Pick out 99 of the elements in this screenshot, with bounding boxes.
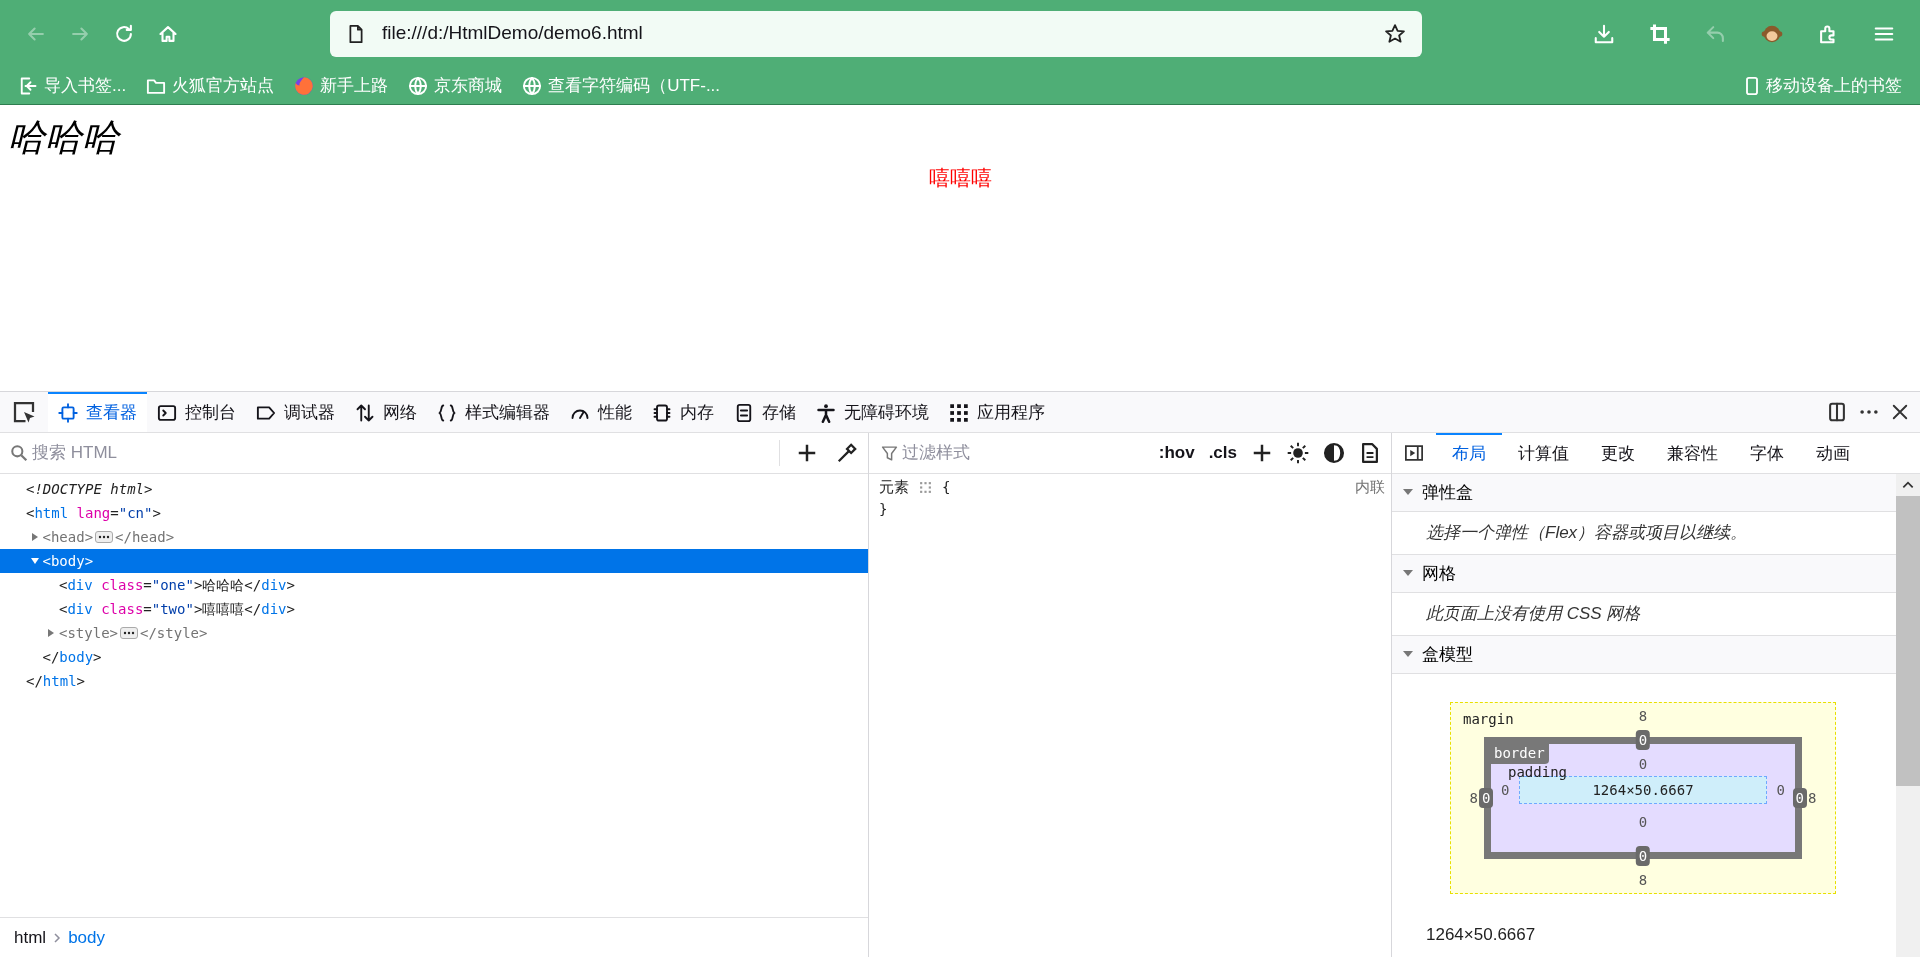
devtools-tab[interactable]: 性能 xyxy=(560,392,642,432)
padding-value[interactable]: 0 xyxy=(1501,779,1510,801)
inspector-icon xyxy=(58,403,78,423)
source-label: 内联 xyxy=(1355,477,1385,497)
contrast-icon[interactable] xyxy=(1323,442,1345,464)
devtools-tab[interactable]: 内存 xyxy=(642,392,724,432)
border-value[interactable]: 0 xyxy=(1635,846,1651,866)
breadcrumb[interactable]: body xyxy=(68,924,105,951)
pointer-icon xyxy=(12,400,36,424)
info-message: 此页面上没有使用 CSS 网格 xyxy=(1426,603,1641,626)
section-header[interactable]: 网格 xyxy=(1392,555,1896,593)
page-heading: 哈哈哈 xyxy=(8,116,122,160)
browser-logo-icon xyxy=(294,75,315,96)
crop-icon xyxy=(1649,22,1671,45)
network-arrows-icon xyxy=(355,403,375,423)
markup-text: <div class="two">嘻嘻嘻</div> xyxy=(59,599,295,619)
scrollbar-thumb[interactable] xyxy=(1896,496,1920,786)
padding-value[interactable]: 0 xyxy=(1776,779,1785,801)
breadcrumb[interactable]: html xyxy=(14,924,47,951)
devtools-tab[interactable]: 网络 xyxy=(345,392,427,432)
ellipsis-badge-icon[interactable] xyxy=(120,627,138,639)
url-text: file:///d:/HtmlDemo/demo6.html xyxy=(382,21,644,46)
search-field[interactable]: 搜索 HTML xyxy=(32,440,771,466)
braces-icon xyxy=(437,403,457,423)
filter-field[interactable]: 过滤样式 xyxy=(902,440,1145,466)
info-message: 选择一个弹性（Flex）容器或项目以继续。 xyxy=(1426,522,1748,545)
margin-value[interactable]: 8 xyxy=(1638,871,1648,889)
globe-icon xyxy=(408,75,429,96)
margin-value[interactable]: 8 xyxy=(1808,787,1817,809)
devtools-tab[interactable]: 查看器 xyxy=(48,392,147,432)
debugger-icon xyxy=(256,403,276,423)
chevron-icon xyxy=(52,932,63,943)
devtools-tab[interactable]: 存储 xyxy=(724,392,806,432)
markup-text: </body> xyxy=(42,647,102,667)
document-icon[interactable] xyxy=(1359,442,1381,464)
chip-icon xyxy=(652,403,672,423)
markup-text: </style> xyxy=(140,623,208,643)
selector-text: 元素 xyxy=(879,477,909,497)
globe-icon xyxy=(522,75,543,96)
border-value[interactable]: 0 xyxy=(1635,730,1651,750)
element-size: 1264×50.6667 xyxy=(1425,924,1536,946)
expanded-arrow-icon[interactable] xyxy=(29,556,40,566)
border-label: border xyxy=(1490,743,1549,764)
margin-value[interactable]: 8 xyxy=(1469,787,1478,809)
selected-tree-row[interactable]: <body> xyxy=(0,549,868,573)
dock-icon[interactable] xyxy=(1826,401,1848,423)
border-value[interactable]: 0 xyxy=(1792,788,1807,808)
devtools-tab[interactable]: 调试器 xyxy=(246,392,345,432)
sidebar-tab[interactable]: 更改 xyxy=(1585,433,1651,473)
add-icon[interactable] xyxy=(796,442,818,464)
storage-icon xyxy=(734,403,754,423)
collapsed-arrow-icon[interactable] xyxy=(46,628,56,638)
markup-text: <!DOCTYPE html> xyxy=(26,479,153,499)
sidebar-tab[interactable]: 动画 xyxy=(1800,433,1866,473)
grid-icon xyxy=(949,403,969,423)
section-header[interactable]: 弹性盒 xyxy=(1392,474,1896,512)
markup-text: <style> xyxy=(59,623,118,643)
devtools-tab[interactable]: 应用程序 xyxy=(939,392,1055,432)
brace-text: } xyxy=(879,500,888,519)
markup-text: <head> xyxy=(42,527,94,547)
sidebar-toggle-icon[interactable] xyxy=(1404,443,1424,463)
add-icon[interactable] xyxy=(1251,442,1273,464)
collapsed-arrow-icon[interactable] xyxy=(29,532,40,542)
search-icon xyxy=(10,444,28,462)
sidebar-tab[interactable]: 兼容性 xyxy=(1651,433,1734,473)
margin-value[interactable]: 8 xyxy=(1638,707,1648,725)
star-icon[interactable] xyxy=(1384,22,1406,45)
markup-text: <body> xyxy=(42,551,94,571)
markup-text: </html> xyxy=(26,671,85,691)
sun-icon[interactable] xyxy=(1287,442,1309,464)
address-bar[interactable]: file:///d:/HtmlDemo/demo6.html xyxy=(330,10,1422,57)
markup-text: <html lang="cn"> xyxy=(26,503,161,523)
dotted-square-icon[interactable] xyxy=(919,480,932,494)
ellipsis-badge-icon[interactable] xyxy=(95,531,114,543)
markup-text: </head> xyxy=(115,527,175,547)
page-text: 嘻嘻嘻 xyxy=(927,165,993,192)
devtools-tab[interactable]: 样式编辑器 xyxy=(427,392,560,432)
sidebar-tab[interactable]: 字体 xyxy=(1734,433,1800,473)
console-icon xyxy=(157,403,177,423)
scrollbar[interactable] xyxy=(1896,474,1920,957)
margin-label: margin xyxy=(1463,710,1514,729)
padding-value[interactable]: 0 xyxy=(1638,812,1648,833)
markup-text: <div class="one">哈哈哈</div> xyxy=(59,575,295,595)
filter-icon xyxy=(881,444,898,462)
sidebar-tab[interactable]: 计算值 xyxy=(1502,433,1585,473)
devtools-tab[interactable]: 控制台 xyxy=(147,392,246,432)
toggle-button[interactable]: :hov xyxy=(1158,440,1195,466)
reload-icon xyxy=(113,22,135,45)
import-icon xyxy=(18,75,38,96)
eyedropper-icon[interactable] xyxy=(836,442,858,464)
section-header[interactable]: 盒模型 xyxy=(1392,636,1896,674)
close-icon[interactable] xyxy=(1890,402,1910,422)
toggle-button[interactable]: .cls xyxy=(1208,440,1237,466)
padding-value[interactable]: 0 xyxy=(1638,754,1648,776)
person-icon xyxy=(816,403,836,423)
download-icon xyxy=(1593,22,1615,45)
border-value[interactable]: 0 xyxy=(1479,788,1494,808)
devtools-tab[interactable]: 无障碍环境 xyxy=(806,392,939,432)
brace-text: { xyxy=(942,478,951,497)
